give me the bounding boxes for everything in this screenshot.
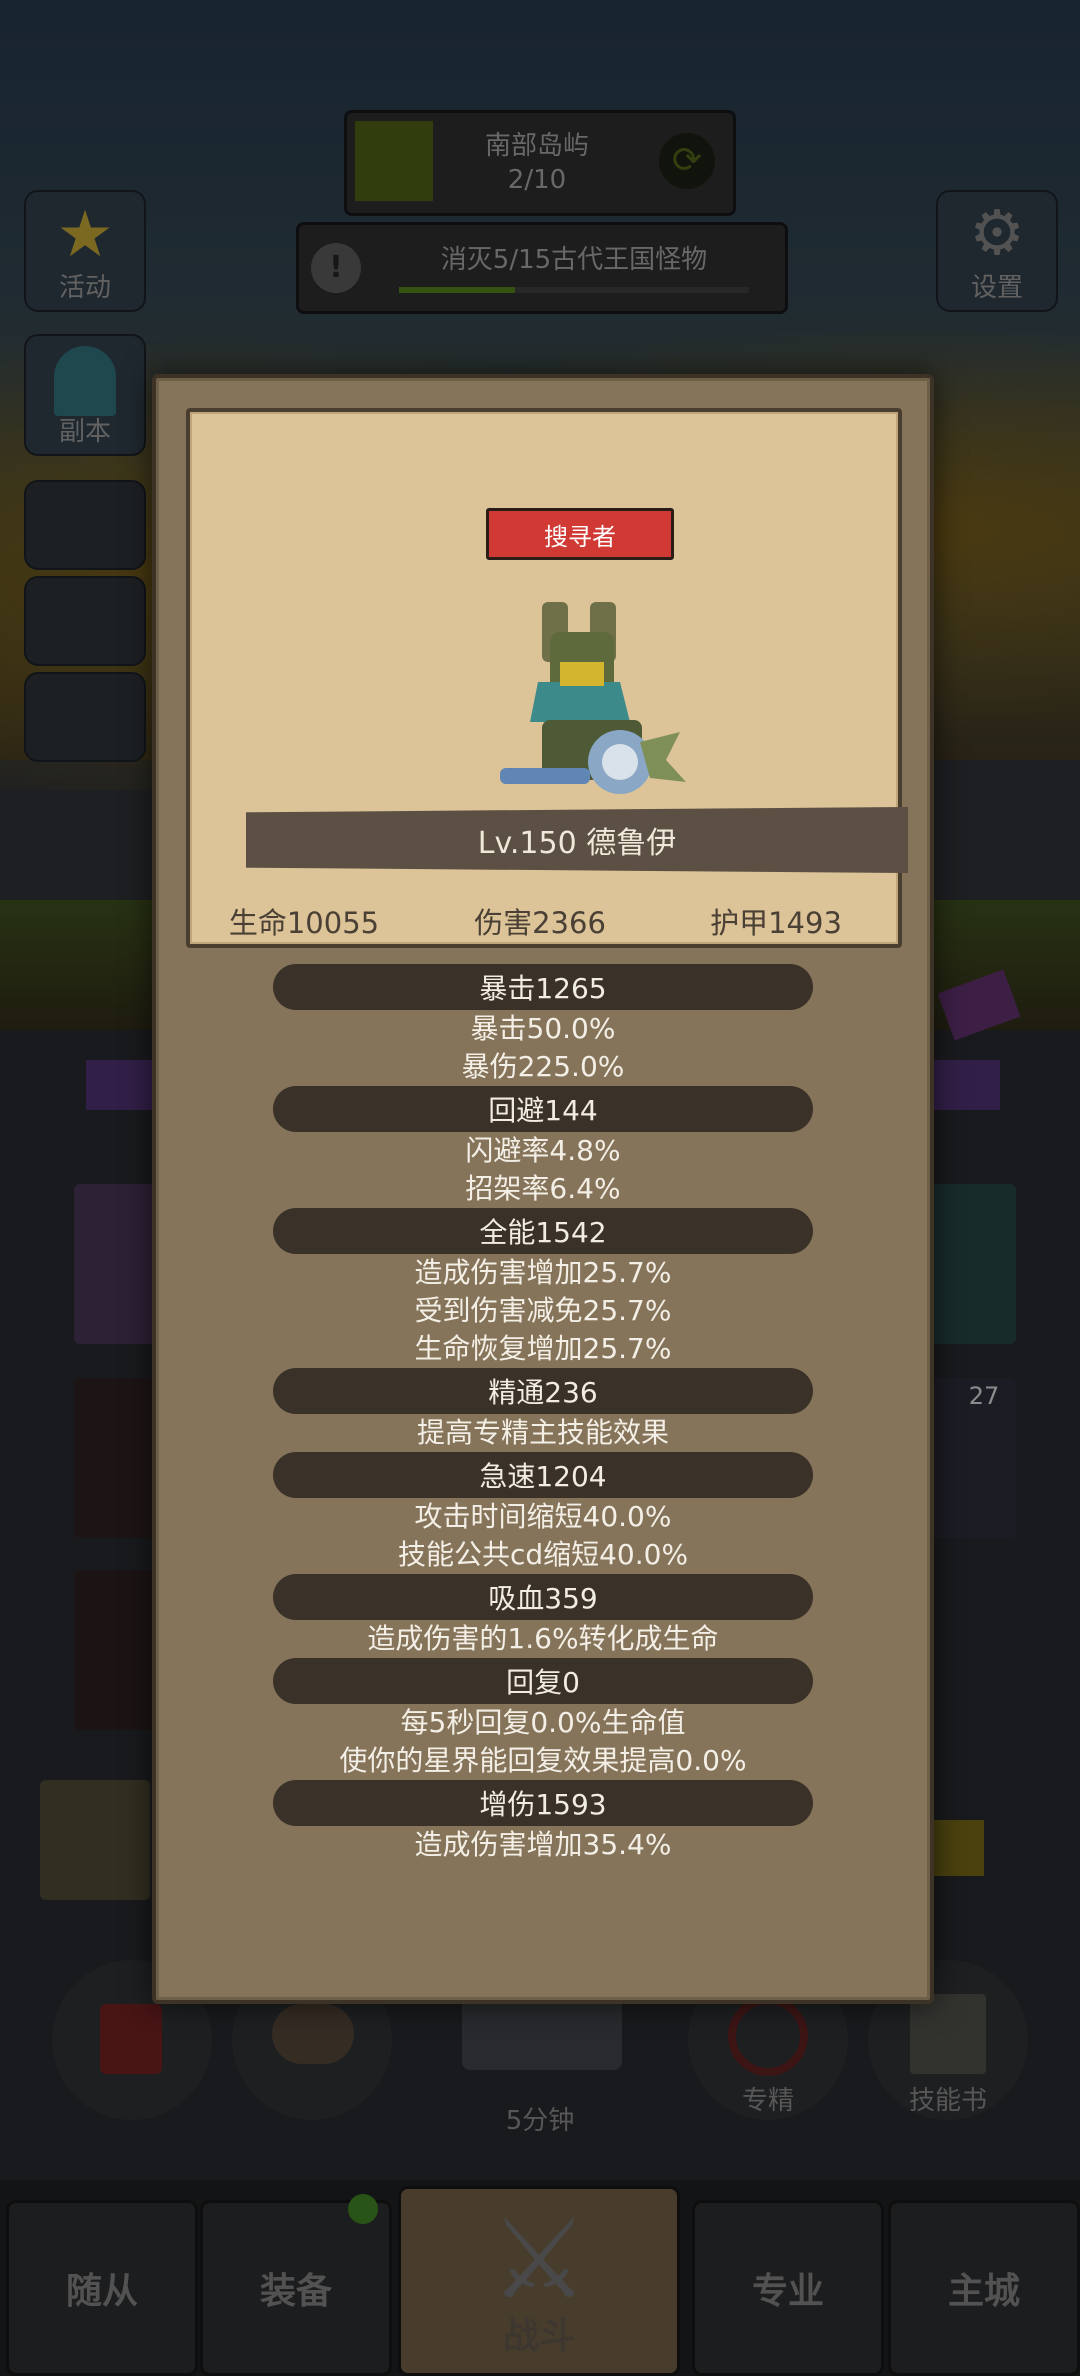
secondary-stats-list: 暴击1265 暴击50.0% 暴伤225.0% 回避144 闪避率4.8% 招架率6.4%… xyxy=(156,964,930,1864)
stat-block: 吸血359 造成伤害的1.6%转化成生命 xyxy=(156,1574,930,1658)
damage-stat: 伤害2366 xyxy=(474,906,606,940)
hp-stat: 生命10055 xyxy=(228,906,380,940)
stat-detail: 生命恢复增加25.7% xyxy=(414,1332,672,1365)
armor-stat: 护甲1493 xyxy=(710,906,842,940)
stat-header: 增伤1593 xyxy=(273,1780,813,1826)
stat-header: 回复0 xyxy=(273,1658,813,1704)
stat-detail: 受到伤害减免25.7% xyxy=(414,1294,672,1327)
stat-detail: 造成伤害增加35.4% xyxy=(414,1828,672,1861)
stat-header: 吸血359 xyxy=(273,1574,813,1620)
stat-detail: 闪避率4.8% xyxy=(465,1134,621,1167)
stat-block: 精通236 提高专精主技能效果 xyxy=(156,1368,930,1452)
stat-header: 暴击1265 xyxy=(273,964,813,1010)
stat-header: 回避144 xyxy=(273,1086,813,1132)
stat-header: 急速1204 xyxy=(273,1452,813,1498)
stat-block: 回复0 每5秒回复0.0%生命值使你的星界能回复效果提高0.0% xyxy=(156,1658,930,1780)
hero-stats-modal: 搜寻者 Lv.150 德鲁伊 生命10055 伤害2366 护甲1493 暴击1… xyxy=(152,374,934,2004)
stat-block: 急速1204 攻击时间缩短40.0% 技能公共cd缩短40.0% xyxy=(156,1452,930,1574)
stat-block: 回避144 闪避率4.8% 招架率6.4% xyxy=(156,1086,930,1208)
class-badge: 搜寻者 xyxy=(486,508,674,560)
stat-detail: 使你的星界能回复效果提高0.0% xyxy=(339,1744,747,1777)
stat-block: 增伤1593 造成伤害增加35.4% xyxy=(156,1780,930,1864)
stat-detail: 招架率6.4% xyxy=(465,1172,621,1205)
stat-header: 精通236 xyxy=(273,1368,813,1414)
stat-header: 全能1542 xyxy=(273,1208,813,1254)
stat-detail: 造成伤害的1.6%转化成生命 xyxy=(367,1622,719,1655)
stat-block: 全能1542 造成伤害增加25.7% 受到伤害减免25.7% 生命恢复增加25.7% xyxy=(156,1208,930,1368)
stat-detail: 暴伤225.0% xyxy=(461,1050,625,1083)
stat-detail: 攻击时间缩短40.0% xyxy=(414,1500,672,1533)
druid-portrait xyxy=(500,602,686,794)
stat-detail: 每5秒回复0.0%生命值 xyxy=(400,1706,686,1739)
base-stats-row: 生命10055 伤害2366 护甲1493 xyxy=(186,848,894,940)
stat-detail: 技能公共cd缩短40.0% xyxy=(397,1538,689,1571)
stat-detail: 暴击50.0% xyxy=(470,1012,616,1045)
stat-detail: 提高专精主技能效果 xyxy=(416,1416,669,1449)
stat-block: 暴击1265 暴击50.0% 暴伤225.0% xyxy=(156,964,930,1086)
stat-detail: 造成伤害增加25.7% xyxy=(414,1256,672,1289)
